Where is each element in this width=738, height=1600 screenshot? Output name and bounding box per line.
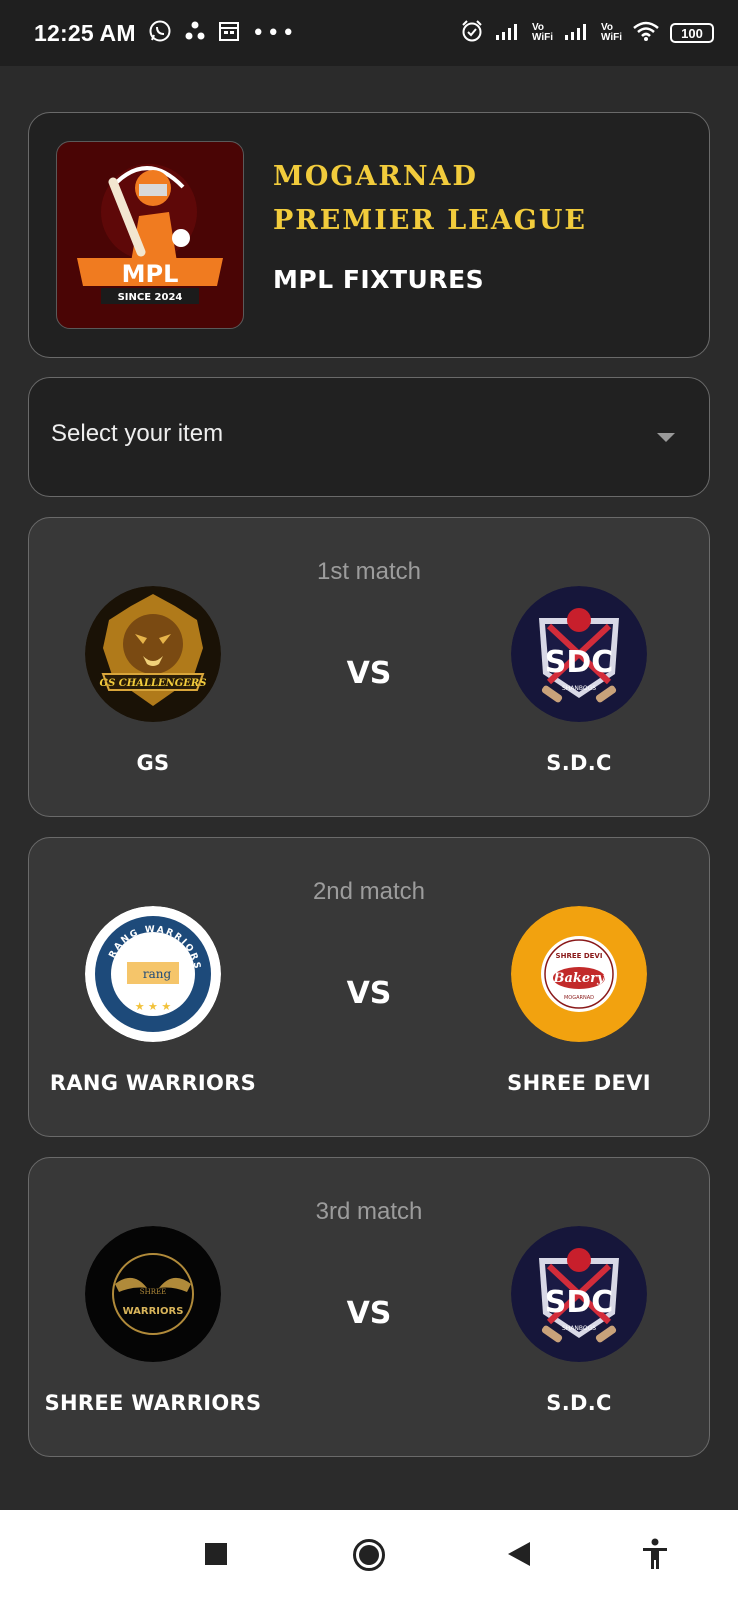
mpl-logo-since: SINCE 2024 [118,292,183,303]
match-card-1[interactable]: 1st match GS CHALLENGERS VS SDC SHANBOGS… [28,517,710,817]
match-label: 1st match [316,558,422,585]
mpl-logo: MPL SINCE 2024 [56,141,244,329]
whatsapp-icon [148,19,172,47]
shree-warriors-logo-subtext: SHREE [140,1288,166,1296]
status-right: Vo WiFi Vo WiFi 100 [460,19,714,47]
match-card-3[interactable]: 3rd match SHREE WARRIORS VS SDC SHANBOGS… [28,1157,710,1457]
team-left-name: GS [136,751,170,775]
shree-warriors-logo: SHREE WARRIORS [85,1226,221,1362]
team-right-name: SHREE DEVI [507,1071,651,1095]
shree-devi-logo: SHREE DEVI Bakery MOGARNAD [511,906,647,1042]
page-subtitle: MPL FIXTURES [273,265,485,294]
accessibility-icon[interactable] [642,1538,668,1574]
league-title-line1: Mogarnad [273,161,478,192]
item-select-dropdown[interactable]: Select your item [28,377,710,497]
signal-icon [563,21,591,45]
status-bar: 12:25 AM ••• Vo WiFi Vo WiFi 100 [0,0,738,66]
match-label: 2nd match [312,878,426,905]
sdc-logo-subtext: SHANBOGS [562,685,596,692]
vowifi-label-2: Vo WiFi [601,23,622,43]
shree-devi-logo-subtext: Bakery [552,971,606,986]
select-label: Select your item [51,420,224,447]
gs-challengers-logo: GS CHALLENGERS [85,586,221,722]
league-header-card: MPL SINCE 2024 Mogarnad Premier League M… [28,112,710,358]
vowifi-label-1: Vo WiFi [532,23,553,43]
chevron-down-icon [657,433,675,442]
battery-icon: 100 [670,23,714,43]
league-title: Mogarnad Premier League [273,155,587,243]
sdc-logo-subtext: SHANBOGS [562,1325,596,1332]
team-right-name: S.D.C [546,751,612,775]
shree-devi-logo-text: SHREE DEVI [556,952,603,960]
sdc-logo: SDC SHANBOGS [511,1226,647,1362]
vowifi-wifi: WiFi [600,32,622,43]
league-title-line2: Premier League [273,205,587,236]
wifi-icon [632,20,660,46]
more-dots-icon: ••• [251,20,297,46]
alarm-icon [460,19,484,47]
team-right-name: S.D.C [546,1391,612,1415]
team-left-name: RANG WARRIORS [49,1071,257,1095]
sdc-logo: SDC SHANBOGS [511,586,647,722]
home-circle-icon[interactable] [352,1538,386,1576]
signal-icon [494,21,522,45]
sdc-logo-text: SDC [545,1285,614,1320]
rang-warriors-logo: RANG WARRIORS rang ★ ★ ★ [85,906,221,1042]
shree-devi-logo-location: MOGARNAD [564,995,594,1001]
status-time: 12:25 AM [34,19,136,46]
vowifi-wifi: WiFi [531,32,553,43]
team-left-name: SHREE WARRIORS [44,1391,262,1415]
mpl-logo-text: MPL [122,260,179,288]
recents-square-icon[interactable] [204,1542,228,1570]
share-icon [184,20,206,46]
match-card-2[interactable]: 2nd match RANG WARRIORS rang ★ ★ ★ VS SH… [28,837,710,1137]
status-left: 12:25 AM ••• [34,19,297,47]
match-label: 3rd match [315,1198,423,1225]
back-triangle-icon[interactable] [506,1540,532,1572]
sdc-logo-text: SDC [545,645,614,680]
calendar-icon [218,20,240,46]
system-nav-bar [0,1510,738,1600]
